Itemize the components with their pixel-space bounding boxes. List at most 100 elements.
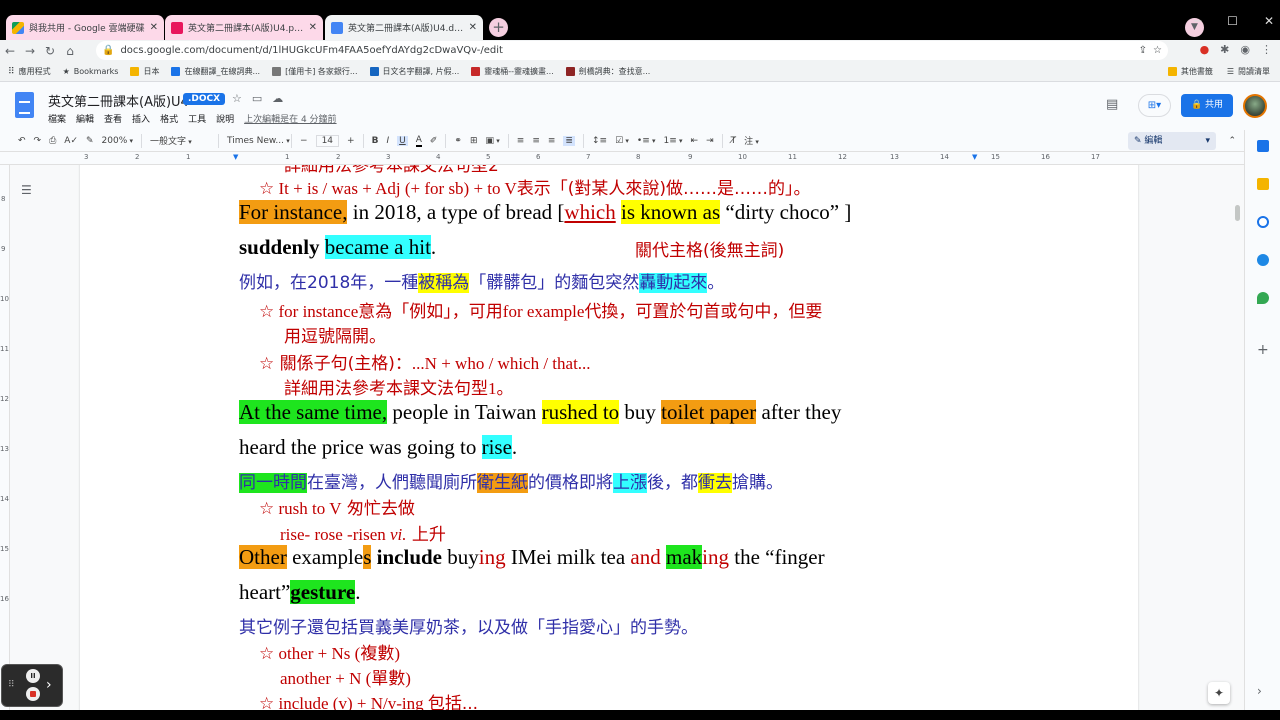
bookmark-bookmarks[interactable]: ★ Bookmarks [63,67,119,76]
numbered-list-icon[interactable]: 1≡ [664,136,683,146]
bold-icon[interactable]: B [372,136,379,146]
clear-formatting-icon[interactable]: T̸ [731,136,737,146]
align-center-icon[interactable]: ≡ [532,136,540,146]
tasks-icon[interactable] [1257,216,1269,228]
document-canvas[interactable]: 詳細用法參考本課文法句型2 ☆ It + is / was + Adj (+ f… [0,165,1244,710]
increase-indent-icon[interactable]: ⇥ [706,136,714,146]
decrease-indent-icon[interactable]: ⇤ [691,136,699,146]
back-icon[interactable]: ← [0,44,20,58]
close-window-icon[interactable]: ✕ [1264,14,1274,28]
print-icon[interactable]: ⎙ [49,136,56,146]
decrease-font-size-icon[interactable]: − [300,136,308,146]
highlight-icon[interactable]: ✐ [430,136,438,146]
horizontal-ruler[interactable]: 3 2 1 ▼ 1 2 3 4 5 6 7 8 9 10 11 12 13 14… [0,152,1280,165]
collapse-menus-icon[interactable]: ⌃ [1228,136,1236,146]
expand-arrow-icon[interactable]: › [46,677,52,693]
menu-insert[interactable]: 插入 [132,112,150,125]
menu-format[interactable]: 格式 [160,112,178,125]
share-button[interactable]: 🔒 共用 [1181,94,1233,117]
document-title[interactable]: 英文第二冊課本(A版)U4 [48,91,189,110]
contacts-icon[interactable] [1257,254,1269,266]
reading-list[interactable]: ☰ 閱讀清單 [1227,66,1270,77]
align-right-icon[interactable]: ≡ [548,136,556,146]
minimize-icon[interactable]: ─ [1194,14,1201,28]
zoom-select[interactable]: 200% [102,136,133,146]
align-left-icon[interactable]: ≡ [517,136,525,146]
close-tab-icon[interactable]: ✕ [469,22,477,33]
bookmark-apps[interactable]: ⠿ 應用程式 [8,66,51,77]
address-bar[interactable]: 🔒 docs.google.com/document/d/1lHUGkcUFm4… [96,41,1168,60]
forward-icon[interactable]: → [20,44,40,58]
browser-menu-icon[interactable]: ⋮ [1261,43,1272,56]
last-edit-link[interactable]: 上次編輯是在 4 分鐘前 [244,112,336,125]
right-indent-marker-icon[interactable]: ▼ [972,153,977,161]
font-size-input[interactable]: 14 [315,134,340,147]
google-docs-logo-icon[interactable] [15,92,34,118]
link-icon[interactable]: ⚭ [454,136,462,146]
puzzle-icon[interactable]: ✱ [1220,43,1229,56]
paint-format-icon[interactable]: ✎ [86,136,94,146]
scrollbar[interactable] [1235,205,1240,221]
tab-google-docs[interactable]: 英文第二冊課本(A版)U4.docx -... ✕ [325,15,483,40]
style-select[interactable]: 一般文字 [150,134,210,147]
extension-icon[interactable]: ● [1200,43,1210,56]
bookmark-bank[interactable]: [僅用卡] 各家銀行... [272,66,358,77]
profile-icon[interactable]: ◉ [1240,43,1250,56]
tab-google-drive[interactable]: 與我共用 - Google 雲端硬碟 ✕ [6,15,164,40]
menu-view[interactable]: 查看 [104,112,122,125]
maximize-icon[interactable]: ☐ [1227,14,1238,28]
tab-pdf[interactable]: 英文第二冊課本(A版)U4.pdf - L... ✕ [165,15,323,40]
menu-file[interactable]: 檔案 [48,112,66,125]
pause-recording-button[interactable]: II [26,669,40,683]
bookmark-cambridge[interactable]: 劍橋詞典：查找意... [565,66,650,77]
bookmark-star-icon[interactable]: ☆ [1153,45,1162,56]
new-tab-button[interactable]: + [489,18,508,37]
move-folder-icon[interactable]: ▭ [252,92,262,105]
drag-handle-icon[interactable]: ⠿ [8,680,15,690]
image-icon[interactable]: ▣ [486,136,500,146]
maps-icon[interactable] [1257,292,1269,304]
stop-recording-button[interactable] [26,687,40,701]
share-page-icon[interactable]: ⇪ [1139,45,1147,56]
line-spacing-icon[interactable]: ↕≡ [592,136,607,146]
text-color-icon[interactable]: A [415,135,422,147]
add-addon-icon[interactable]: + [1257,343,1269,357]
cloud-status-icon[interactable]: ☁ [272,92,283,105]
spellcheck-icon[interactable]: A✓ [64,136,78,146]
meet-button[interactable]: ⊞▾ [1138,94,1171,117]
italic-icon[interactable]: I [386,136,389,146]
comment-icon[interactable]: ⊞ [470,136,478,146]
keep-icon[interactable] [1257,178,1269,190]
close-tab-icon[interactable]: ✕ [150,22,158,33]
close-tab-icon[interactable]: ✕ [309,22,317,33]
home-icon[interactable]: ⌂ [60,44,80,58]
expand-panel-icon[interactable]: › [1257,684,1269,698]
editing-mode-select[interactable]: ✎ 編輯 ▾ [1128,132,1216,150]
calendar-icon[interactable] [1257,140,1269,152]
reload-icon[interactable]: ↻ [40,44,60,58]
redo-icon[interactable]: ↷ [34,136,42,146]
bookmark-translate[interactable]: 在線翻譯_在線詞典... [171,66,260,77]
increase-font-size-icon[interactable]: + [347,136,355,146]
explore-icon[interactable]: ✦ [1208,682,1230,704]
menu-tools[interactable]: 工具 [188,112,206,125]
bulleted-list-icon[interactable]: •≡ [637,136,656,146]
font-select[interactable]: Times New... [227,136,284,146]
bookmark-soul[interactable]: 靈魂桶--靈魂擴畫... [471,66,554,77]
document-outline-icon[interactable]: ☰ [21,183,32,197]
underline-icon[interactable]: U [397,135,408,146]
bookmark-japanese-names[interactable]: 日文名字翻譯, 片假... [369,66,459,77]
star-icon[interactable]: ☆ [232,92,242,105]
indent-marker-icon[interactable]: ▼ [233,153,238,161]
bookmark-japan[interactable]: 日本 [130,66,159,77]
menu-edit[interactable]: 編輯 [76,112,94,125]
comment-history-icon[interactable]: ▤ [1106,97,1118,112]
vertical-ruler[interactable]: 8 9 10 11 12 13 14 15 16 [0,165,10,710]
bookmark-other[interactable]: 其他書籤 [1167,66,1213,77]
undo-icon[interactable]: ↶ [18,136,26,146]
checklist-icon[interactable]: ☑ [615,136,629,146]
align-justify-icon[interactable]: ≣ [563,135,575,146]
avatar[interactable] [1243,94,1267,118]
input-tools-icon[interactable]: 注 [744,134,759,147]
menu-help[interactable]: 說明 [216,112,234,125]
